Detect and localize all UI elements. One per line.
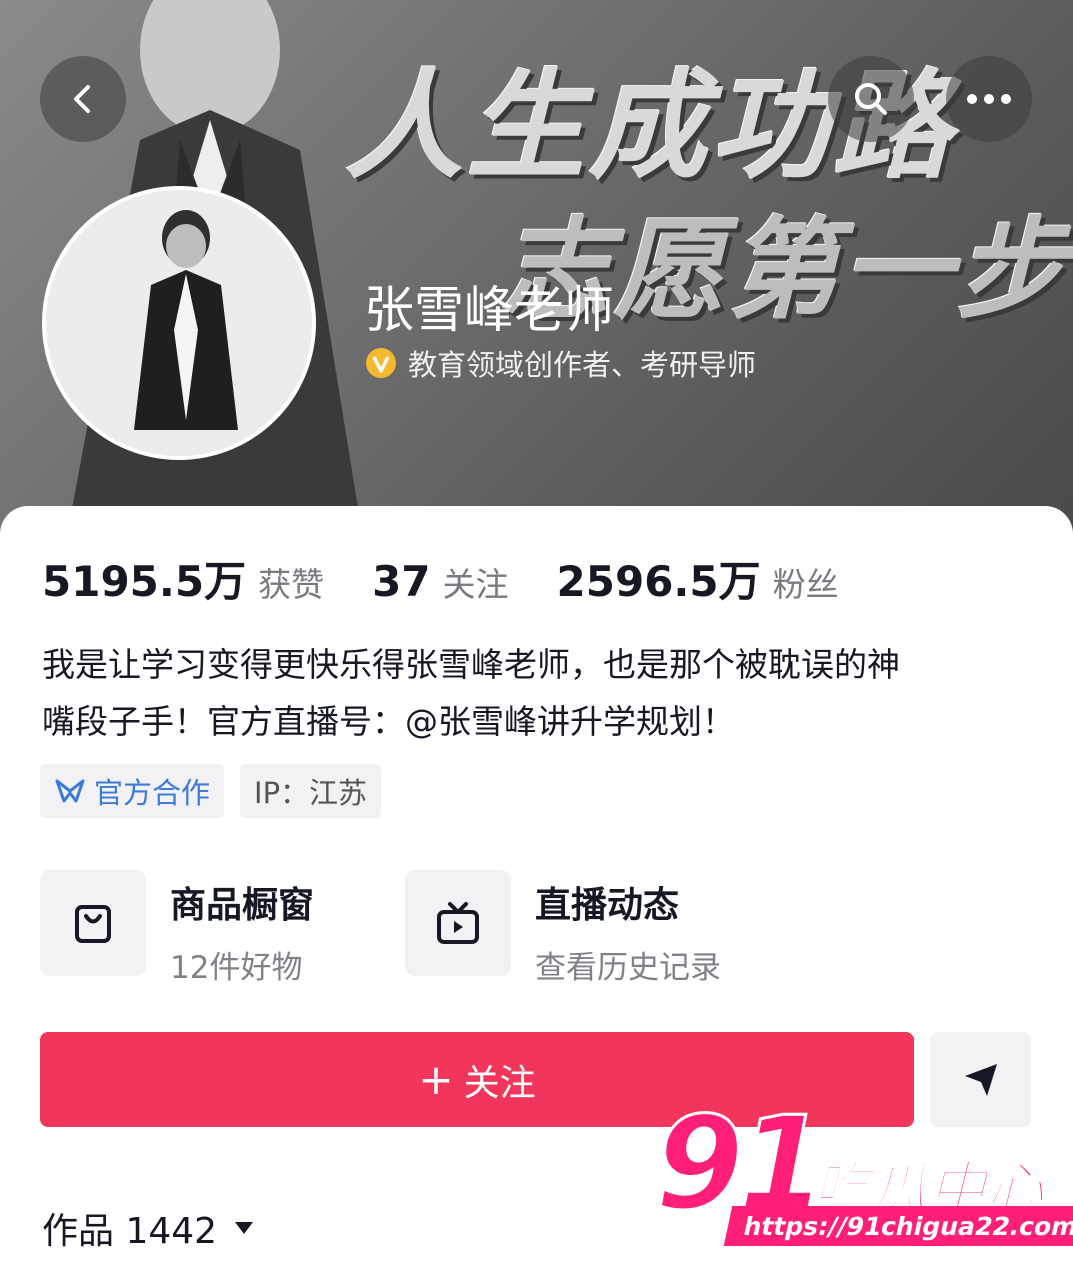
bio-line-1: 我是让学习变得更快乐得张雪峰老师，也是那个被耽误的神 [42, 645, 900, 684]
verification-row: 教育领域创作者、考研导师 [364, 342, 756, 384]
shop-icon-box [40, 870, 146, 976]
official-cooperation-tag[interactable]: 官方合作 [40, 764, 225, 818]
search-icon [855, 83, 887, 115]
official-cooperation-icon [55, 779, 85, 803]
send-arrow-icon [964, 1063, 997, 1096]
official-cooperation-label: 官方合作 [94, 776, 211, 810]
shop-window-subtitle: 12件好物 [170, 950, 303, 986]
followers-count[interactable]: 2596.5万 [557, 548, 761, 609]
following-count[interactable]: 37 [372, 557, 430, 606]
search-button[interactable] [828, 56, 914, 142]
plus-icon: + [418, 1055, 454, 1104]
stats-row: 5195.5万 获赞 37 关注 2596.5万 粉丝 [42, 548, 887, 609]
follow-button-label: 关注 [463, 1062, 536, 1104]
verified-v-icon [366, 348, 396, 378]
live-history-subtitle: 查看历史记录 [535, 950, 721, 986]
avatar[interactable] [42, 186, 316, 460]
verification-text: 教育领域创作者、考研导师 [408, 348, 757, 382]
bio-line-2: 嘴段子手！官方直播号：@张雪峰讲升学规划！ [42, 702, 735, 741]
likes-count: 5195.5万 [42, 557, 247, 606]
works-tab[interactable]: 作品 1442 [42, 1202, 255, 1254]
shop-window-title: 商品橱窗 [170, 885, 315, 926]
ip-location-tag: IP：江苏 [240, 764, 382, 818]
more-button[interactable] [946, 56, 1032, 142]
avatar-photo [46, 190, 312, 456]
likes-label: 获赞 [258, 565, 325, 604]
profile-tags: 官方合作 IP：江苏 [40, 764, 382, 818]
live-history-title: 直播动态 [535, 885, 680, 926]
watermark-url: https://91chigua22.com [723, 1206, 1073, 1246]
live-history-entry[interactable]: 直播动态 查看历史记录 [405, 870, 721, 987]
profile-name: 张雪峰老师 [364, 281, 614, 339]
more-dots-icon [967, 94, 1011, 104]
shopping-bag-icon [75, 905, 111, 943]
shop-window-entry[interactable]: 商品橱窗 12件好物 [40, 870, 314, 987]
live-icon-box [405, 870, 511, 976]
followers-label[interactable]: 粉丝 [773, 558, 839, 606]
works-count-label: 作品 1442 [42, 1211, 218, 1252]
caret-down-icon [235, 1222, 254, 1234]
chevron-left-icon [74, 85, 90, 113]
tv-play-icon [437, 902, 479, 944]
back-button[interactable] [40, 56, 126, 142]
share-button[interactable] [930, 1032, 1031, 1127]
ip-location-label: IP：江苏 [254, 776, 368, 810]
following-label[interactable]: 关注 [443, 558, 509, 606]
profile-bio: 我是让学习变得更快乐得张雪峰老师，也是那个被耽误的神 嘴段子手！官方直播号：@张… [42, 636, 1032, 750]
